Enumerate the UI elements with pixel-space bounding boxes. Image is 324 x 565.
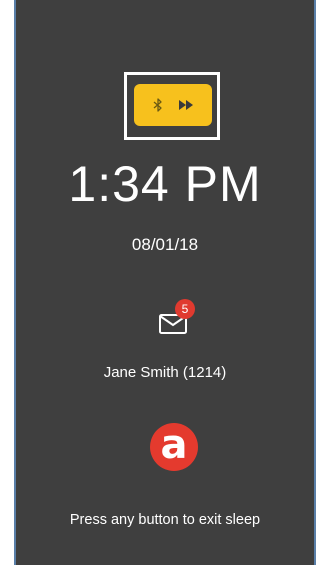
exit-sleep-hint: Press any button to exit sleep bbox=[69, 512, 261, 528]
fast-forward-icon bbox=[179, 100, 193, 110]
bluetooth-skip-button[interactable] bbox=[134, 84, 212, 126]
unread-count-badge: 5 bbox=[175, 299, 195, 319]
brand-logo-icon: a bbox=[150, 423, 198, 471]
logo-letter: a bbox=[160, 422, 188, 468]
user-name: Jane Smith (1214) bbox=[103, 364, 227, 381]
clock-time: 1:34 PM bbox=[68, 156, 262, 212]
clock-date: 08/01/18 bbox=[131, 235, 199, 254]
bluetooth-icon bbox=[153, 98, 163, 112]
device-frame: 1:34 PM 08/01/18 5 Jane Smith (1214) a P… bbox=[0, 0, 324, 565]
